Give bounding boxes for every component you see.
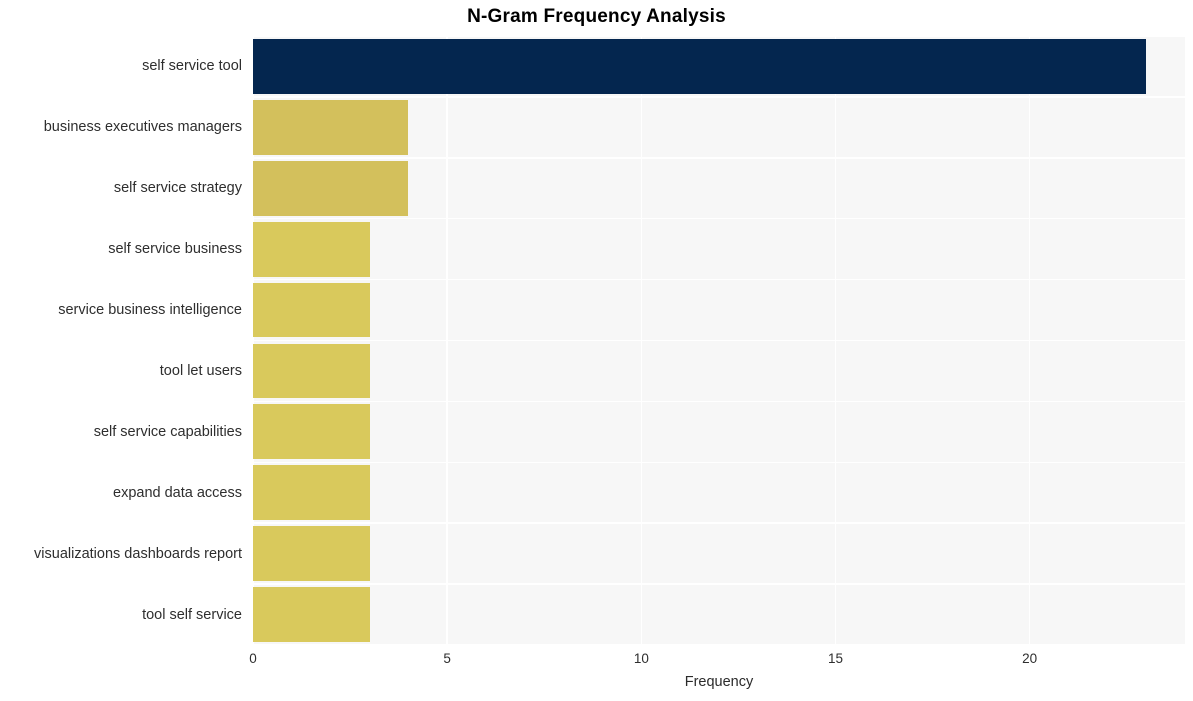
chart-title: N-Gram Frequency Analysis — [467, 6, 726, 27]
x-axis-tick-label: 10 — [633, 651, 649, 666]
x-axis-tick-label: 5 — [443, 651, 451, 666]
y-axis-tick-label: self service business — [108, 241, 242, 258]
y-axis-tick-label: visualizations dashboards report — [34, 545, 242, 562]
x-axis-tick-label: 15 — [827, 651, 844, 666]
y-axis-tick-label: self service capabilities — [93, 423, 242, 440]
y-axis-tick-label: service business intelligence — [58, 302, 242, 319]
y-axis-tick-label: tool self service — [142, 606, 242, 623]
x-axis-label: Frequency — [684, 674, 754, 690]
y-axis-tick-label: expand data access — [113, 484, 242, 501]
x-axis-tick-label: 20 — [1022, 651, 1038, 666]
x-axis-tick-label: 0 — [249, 651, 257, 666]
y-axis-tick-label: business executives managers — [43, 119, 242, 136]
y-axis-tick-labels: self service tool business executives man… — [0, 36, 1193, 645]
y-axis-tick-label: self service strategy — [113, 180, 242, 197]
chart-figure: N-Gram Frequency Analysis self service t… — [0, 0, 1193, 701]
y-axis-tick-label: tool let users — [159, 362, 242, 379]
y-axis-tick-label: self service tool — [142, 58, 242, 75]
